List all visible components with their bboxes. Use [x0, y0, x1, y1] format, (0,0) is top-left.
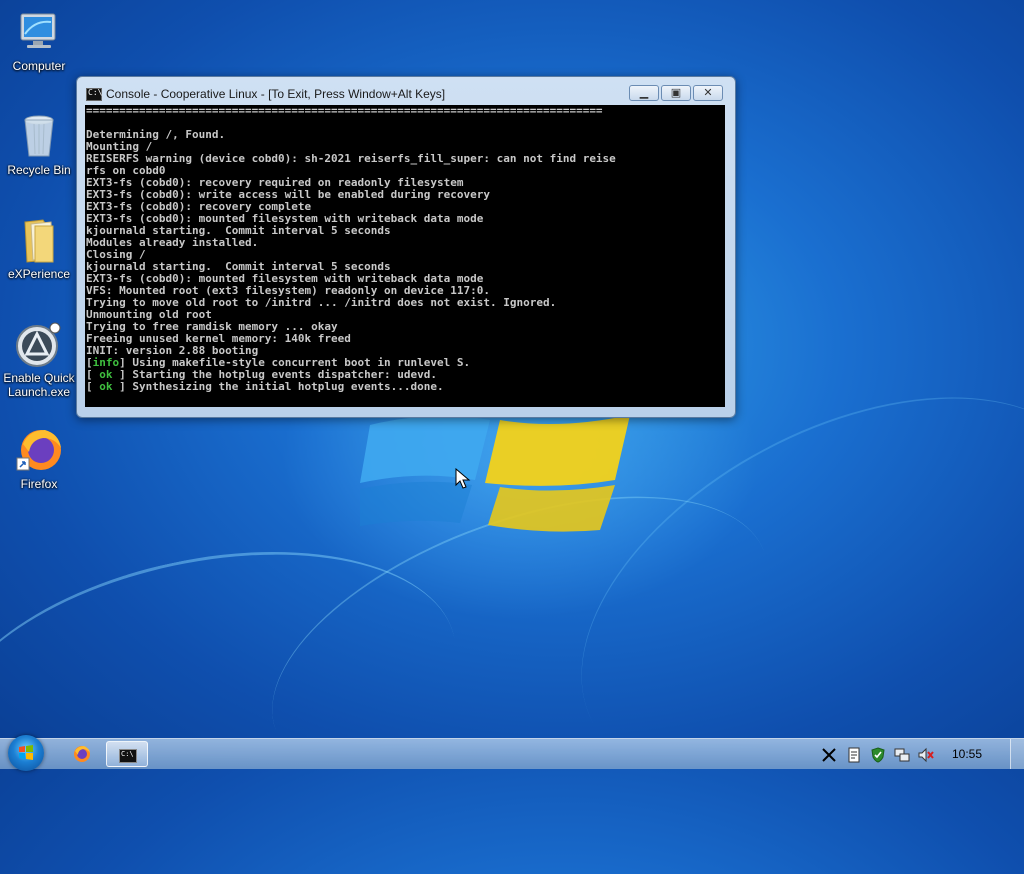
console-app-icon: C:\ [86, 88, 102, 101]
network-icon[interactable] [894, 747, 910, 763]
console-window[interactable]: C:\ Console - Cooperative Linux - [To Ex… [76, 76, 736, 418]
recycle-bin-icon [15, 112, 63, 160]
mouse-cursor-icon [455, 468, 471, 489]
maximize-button[interactable]: ▣ [661, 85, 691, 101]
desktop-icon-label: eXPerience [7, 267, 71, 281]
folder-icon [15, 216, 63, 264]
desktop-icon-recycle-bin[interactable]: Recycle Bin [0, 112, 78, 177]
start-button[interactable] [8, 735, 44, 771]
taskbar-console-button[interactable]: C:\ [106, 741, 148, 767]
computer-icon [15, 8, 63, 56]
console-line: REISERFS warning (device cobd0): sh-2021… [86, 152, 616, 165]
clipboard-icon[interactable] [846, 747, 862, 763]
x-icon[interactable] [821, 747, 837, 763]
console-output[interactable]: ========================================… [85, 105, 725, 407]
taskbar: C:\ 10:55 [0, 735, 1024, 771]
status-bracket-open: [ [86, 380, 93, 393]
desktop-icon-label: Enable Quick Launch.exe [3, 371, 75, 399]
desktop-icon-experience[interactable]: eXPerience [0, 216, 78, 281]
console-line: ========================================… [86, 105, 603, 117]
window-titlebar[interactable]: C:\ Console - Cooperative Linux - [To Ex… [77, 77, 735, 105]
firefox-icon [74, 746, 90, 762]
console-text: ========================================… [85, 105, 725, 393]
console-line: Determining /, Found. [86, 128, 226, 141]
firefox-icon [15, 426, 63, 474]
shield-check-icon[interactable] [870, 747, 886, 763]
minimize-icon: ▁ [639, 86, 649, 99]
status-bracket-close: ] [119, 380, 126, 393]
status-tag: ok [92, 380, 120, 393]
taskbar-firefox-button[interactable] [64, 741, 100, 767]
quick-launch-app-icon [15, 320, 63, 368]
desktop-icon-label: Computer [12, 59, 66, 73]
desktop-icon-enable-quick-launch[interactable]: Enable Quick Launch.exe [0, 320, 78, 399]
status-text: Synthesizing the initial hotplug events.… [125, 380, 444, 393]
console-status-line: [ ok ] Synthesizing the initial hotplug … [86, 381, 725, 393]
desktop-icon-label: Recycle Bin [7, 163, 71, 177]
desktop-icon-firefox[interactable]: Firefox [0, 426, 78, 491]
desktop-icon-computer[interactable]: Computer [0, 8, 78, 73]
desktop-icon-label: Firefox [20, 477, 58, 491]
windows-logo-wallpaper [360, 415, 630, 532]
close-icon: ✕ [703, 86, 713, 99]
console-app-icon: C:\ [119, 749, 137, 763]
maximize-icon: ▣ [670, 86, 682, 99]
volume-muted-icon[interactable] [918, 747, 934, 763]
taskbar-clock[interactable]: 10:55 [952, 747, 982, 761]
windows-logo-icon [19, 745, 33, 760]
window-title: Console - Cooperative Linux - [To Exit, … [106, 87, 446, 101]
minimize-button[interactable]: ▁ [629, 85, 659, 101]
console-line: Modules already installed. [86, 236, 259, 249]
show-desktop-button[interactable] [1010, 739, 1024, 769]
close-button[interactable]: ✕ [693, 85, 723, 101]
